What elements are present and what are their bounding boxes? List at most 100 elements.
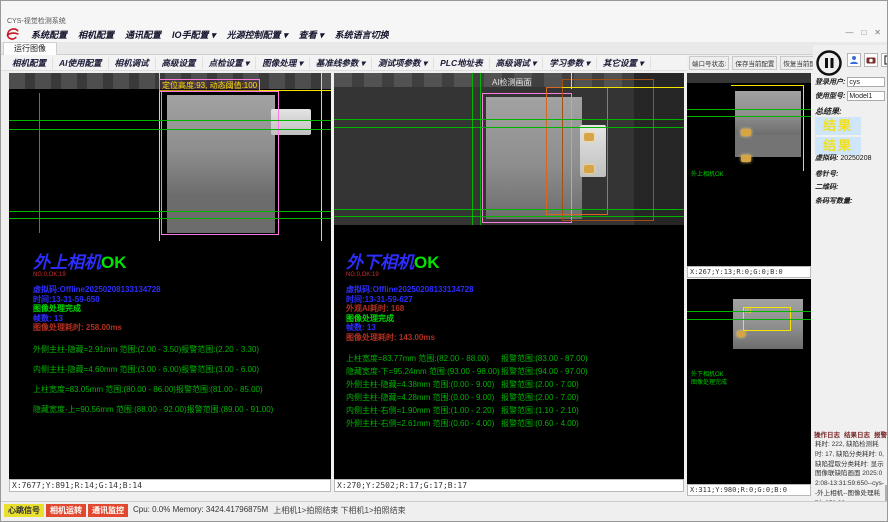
thumbnail-view-lower[interactable]: 93 外下相机OK图像处理完成 [687,279,811,484]
threshold-label: 定位高度:93, 动态阈值:100 [159,79,260,92]
measurement-row: 外侧主柱-隐藏=2.91mm 范围:(2.00 - 3.50) 报警范围:(2.… [33,345,331,354]
measurement-value: 外侧主柱-隐藏=4.38mm 范围:(0.00 - 9.00) [346,380,501,389]
measurement-value: 外侧主柱-隐藏=2.91mm 范围:(2.00 - 3.50) [33,345,181,354]
overlay-green-vline [472,73,473,225]
menu-item[interactable]: 通讯配置 [125,28,161,41]
camera-icon [866,55,876,65]
measurement-alarm-range: 报警范围:(89.00 - 91.00) [187,405,274,414]
tab-strip: 运行图像 [1,42,888,55]
menu-item[interactable]: 光源控制配置 ▾ [227,28,288,41]
measurement-row: 隐藏宽度-上=90.56mm 范围:(88.00 - 92.00) 报警范围:(… [33,405,331,414]
log-tab[interactable]: 结果日志 [844,429,870,439]
toolbar-button[interactable]: 相机调试 [109,57,156,69]
measurement-alarm-range: 报警范围:(3.00 - 6.00) [181,365,259,374]
exit-icon [883,55,888,65]
user-label: 登录用户: [815,77,845,87]
toolbar-button[interactable]: 点检设置 ▾ [203,57,257,69]
measurement-value: 内侧主柱-隐藏=4.60mm 范围:(3.00 - 6.00) [33,365,181,374]
toolbar-button[interactable]: 高级调试 ▾ [490,57,544,69]
result-line: 外观AI耗时: 168 [346,304,681,314]
overlay-green-hline [334,209,684,210]
overlay-green-hline [687,116,811,117]
overlay-yellow-vline [803,85,804,171]
measurement-value: 内侧主柱-右侧=1.90mm 范围:(1.00 - 2.20) [346,406,501,415]
model-input[interactable] [847,91,885,101]
thumbnail-view-upper[interactable]: 外上相机OK [687,73,811,266]
status-badge: 相机运转 [46,504,86,517]
pixel-readout-upper: X:7677;Y:891;R:14;G:14;B:14 [9,479,331,492]
camera-image-lower[interactable]: AI检测画面 [334,73,684,225]
field-label: 二维码: [815,184,838,191]
view-control-button[interactable]: 保存当前配置 [732,56,777,70]
result-block-lower: 外下相机OK NG:0,OK:19 虚拟码:Offline20250208133… [346,253,681,432]
measurement-row: 外侧主柱-右侧=2.61mm 范围:(0.60 - 4.00) 报警范围:(0.… [346,419,681,428]
field-qrcode: 二维码: [815,182,840,192]
menu-item[interactable]: 系统配置 [31,28,67,41]
thumbnail-result-text: 外下相机OK图像处理完成 [691,371,727,387]
model-label: 使用型号: [815,91,845,101]
overlay-green-hline [687,311,811,312]
measurement-value: 外侧主柱-右侧=2.61mm 范围:(0.60 - 4.00) [346,419,501,428]
toolbar-button[interactable]: 高级设置 [156,57,203,69]
overlay-green-hline [334,119,684,120]
pause-button[interactable] [815,49,843,77]
result-line: 时间:13-31-59-650 [33,295,331,305]
camera-name: 外上相机 [33,253,101,272]
measurement-alarm-range: 报警范围:(81.00 - 85.00) [176,385,263,394]
camera-view-lower[interactable]: AI检测画面 外下相机OK NG:0,OK:19 虚拟码:Offline2025… [334,73,684,479]
field-barcode-count: 条码写数量: [815,196,854,206]
user-input[interactable] [847,77,885,87]
menu-item[interactable]: 相机配置 [78,28,114,41]
measurement-value: 上柱宽度=83.05mm 范围:(80.00 - 86.00) [33,385,176,394]
overlay-yellow-vline [571,73,572,89]
application-window: CYS-视觉检测系统 系统配置 相机配置 通讯配置 IO手配置 ▾ 光源控制配置… [0,0,888,522]
measurement-row: 上柱宽度=83.77mm 范围:(82.00 - 88.00) 报警范围:(83… [346,354,681,363]
overlay-yellow-hline [562,87,684,88]
field-label: 卷针号: [815,171,838,178]
thumbnail-result-line: 外下相机OK [691,371,727,379]
maximize-icon[interactable]: □ [861,28,866,38]
toolbar-button[interactable]: 图像处理 ▾ [256,57,310,69]
camera-image-upper[interactable]: 定位高度:93, 动态阈值:100 [9,73,331,241]
image-view-controls: 端口号状态: 保存当前配置 恢复当前配置 [689,56,811,70]
log-tabs: 操作日志结果日志报警日志 [814,429,888,439]
overlay-green-vline [480,73,481,225]
thumbnail-result-line: 外上相机OK [691,171,724,179]
exit-button[interactable] [881,53,888,67]
measurement-value: 上柱宽度=83.77mm 范围:(82.00 - 88.00) [346,354,501,363]
pause-icon [815,49,843,77]
log-tab[interactable]: 操作日志 [814,429,840,439]
measurement-list: 外侧主柱-隐藏=2.91mm 范围:(2.00 - 3.50) 报警范围:(2.… [33,345,331,414]
measurement-row: 内侧主柱-隐藏=4.60mm 范围:(3.00 - 6.00) 报警范围:(3.… [33,365,331,374]
menu-item[interactable]: 查看 ▾ [299,28,324,41]
toolbar-button[interactable]: 测试项参数 ▾ [372,57,434,69]
log-tab[interactable]: 报警日志 [874,429,888,439]
tab-run-image[interactable]: 运行图像 [3,42,57,55]
measurement-row: 隐藏宽度-下=95.24mm 范围:(93.00 - 98.00) 报警范围:(… [346,367,681,376]
measurement-alarm-range: 报警范围:(1.10 - 2.10) [501,406,579,415]
overlay-green-hline [334,127,684,128]
user-lock-button[interactable] [847,53,861,67]
toolbar-button[interactable]: 相机配置 [6,57,53,69]
status-badge: 心跳信号 [4,504,44,517]
camera-view-upper[interactable]: 定位高度:93, 动态阈值:100 外上相机OK NG:0,OK:19 虚拟码:… [9,73,331,479]
close-icon[interactable]: ✕ [874,28,881,38]
toolbar-button[interactable]: 其它设置 ▾ [597,57,651,69]
measurement-alarm-range: 报警范围:(94.00 - 97.00) [501,367,588,376]
result-line: 图像处理耗时: 143.00ms [346,333,681,343]
toolbar-button[interactable]: PLC地址表 [434,57,490,69]
minimize-icon[interactable]: — [845,28,853,38]
toolbar-button[interactable]: 学习参数 ▾ [543,57,597,69]
result-line: 虚拟码:Offline20250208133134728 [33,285,331,295]
camera-button[interactable] [864,53,878,67]
menu-item[interactable]: IO手配置 ▾ [172,28,216,41]
toolbar-button[interactable]: AI使用配置 [53,57,109,69]
result-title: 外上相机OK [33,253,331,272]
overlay-green-vline [39,93,40,233]
measurement-row: 内侧主柱-隐藏=4.28mm 范围:(0.00 - 9.00) 报警范围:(2.… [346,393,681,402]
menu-item[interactable]: 系统语言切换 [335,28,389,41]
field-coil-no: 卷针号: [815,169,840,179]
toolbar-button[interactable]: 基准线参数 ▾ [310,57,372,69]
view-control-button[interactable]: 端口号状态: [689,56,729,70]
camera-name: 外下相机 [346,253,414,272]
